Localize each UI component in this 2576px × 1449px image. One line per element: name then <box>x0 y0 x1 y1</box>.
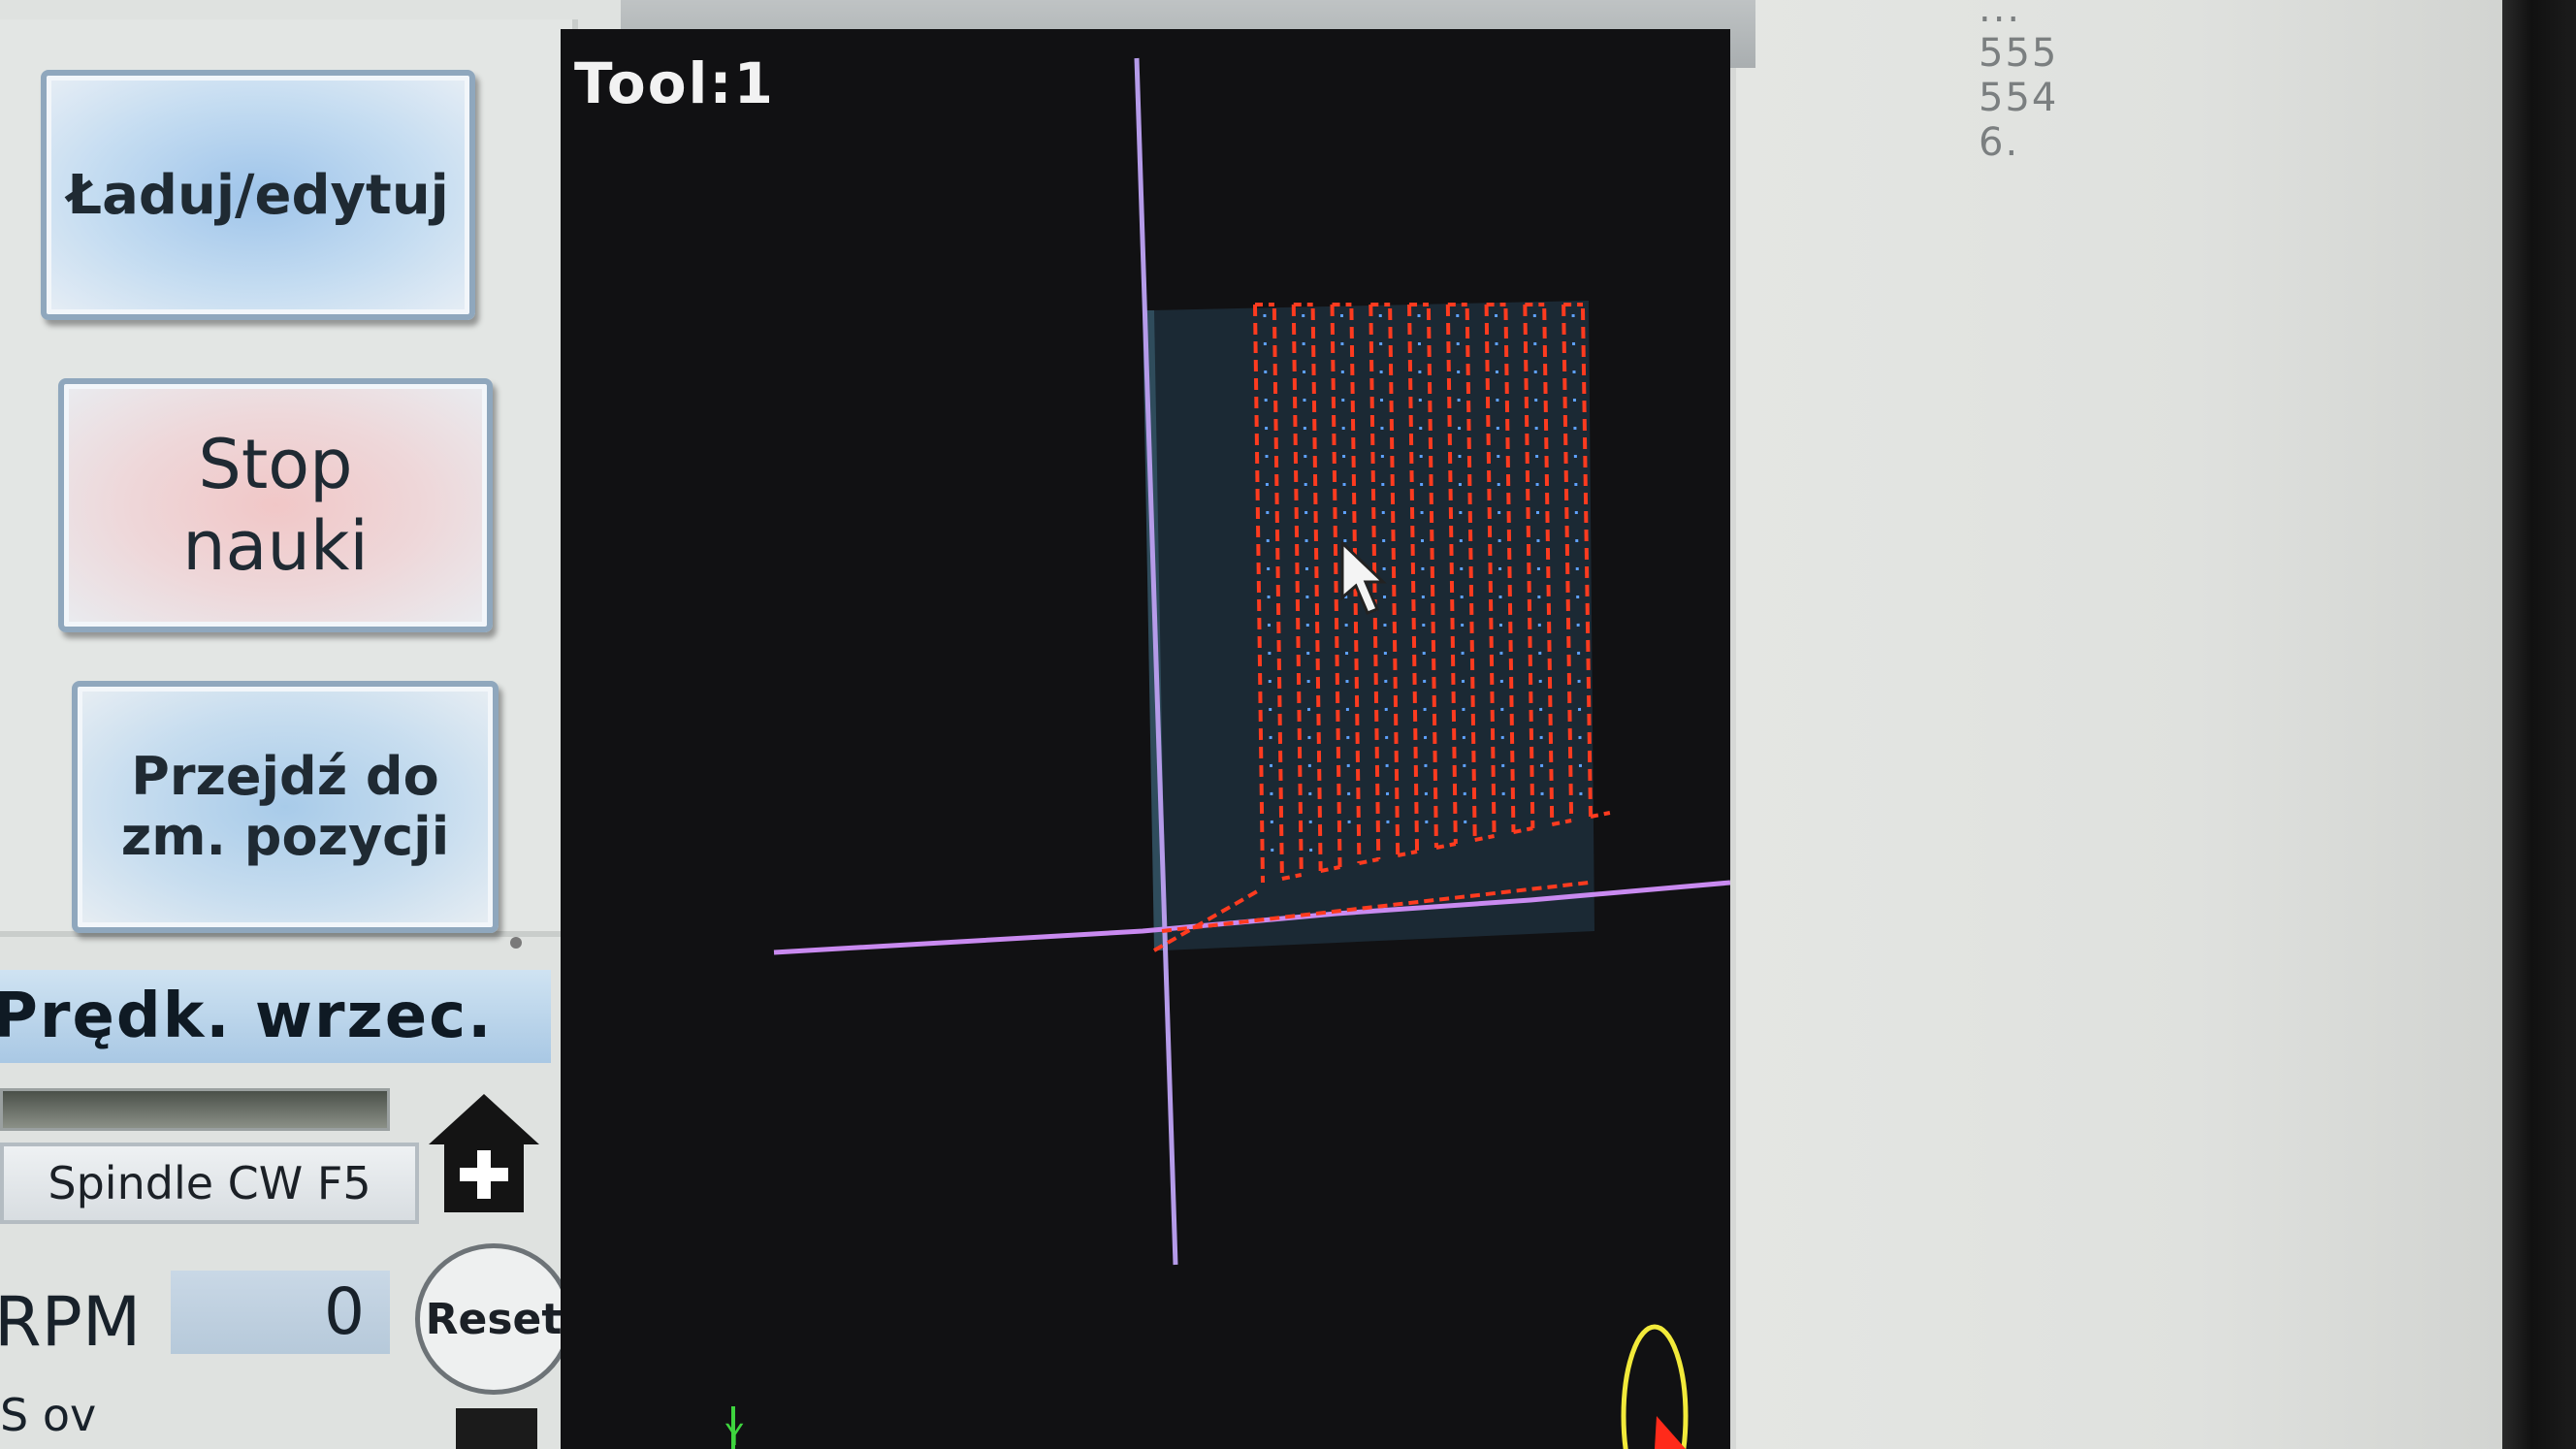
monitor-screen-area <box>1736 0 2502 1449</box>
monitor-bezel <box>2502 0 2576 1449</box>
spindle-cw-button[interactable]: Spindle CW F5 <box>0 1143 419 1224</box>
left-control-panel: Ładuj/edytuj Stop nauki Przejdź do zm. p… <box>0 0 621 1449</box>
load-edit-label: Ładuj/edytuj <box>67 163 449 227</box>
spindle-override-label: S ov <box>0 1389 97 1441</box>
stop-teach-button[interactable]: Stop nauki <box>58 378 493 632</box>
goto-position-label: Przejdź do zm. pozycji <box>121 747 449 867</box>
goto-position-button[interactable]: Przejdź do zm. pozycji <box>72 681 499 933</box>
stop-teach-label-line1: Stop <box>198 425 353 504</box>
spindle-speed-title: Prędk. wrzec. <box>0 970 551 1063</box>
goto-label-line1: Przejdź do <box>131 746 439 807</box>
rpm-label: RPM <box>0 1282 142 1362</box>
reset-button[interactable]: Reset <box>415 1243 572 1395</box>
toolpath-link-bottom <box>1590 811 1611 819</box>
spindle-speed-bar <box>0 1088 390 1131</box>
stop-teach-label-line2: nauki <box>182 506 369 586</box>
toolpath-viewport[interactable]: Tool:1 Y <box>561 29 1730 1449</box>
view-gizmo-arrow <box>1655 1416 1686 1449</box>
view-gizmo-ring <box>1621 1324 1689 1449</box>
rpm-value-field: 0 <box>171 1271 390 1354</box>
mouse-pointer-icon <box>1338 541 1389 619</box>
top-strip-text: ... 555 554 6. <box>1979 0 2059 165</box>
reset-label: Reset <box>425 1294 563 1344</box>
stop-teach-label: Stop nauki <box>182 424 369 587</box>
goto-label-line2: zm. pozycji <box>120 806 450 867</box>
panel-dot <box>510 937 522 949</box>
load-edit-button[interactable]: Ładuj/edytuj <box>41 70 475 320</box>
bottom-control-stub <box>456 1408 537 1449</box>
toolpath-canvas: Y <box>724 57 1730 1449</box>
program-buttons-group: Ładuj/edytuj Stop nauki Przejdź do zm. p… <box>0 19 578 937</box>
up-plus-arrow-icon[interactable] <box>427 1090 541 1216</box>
